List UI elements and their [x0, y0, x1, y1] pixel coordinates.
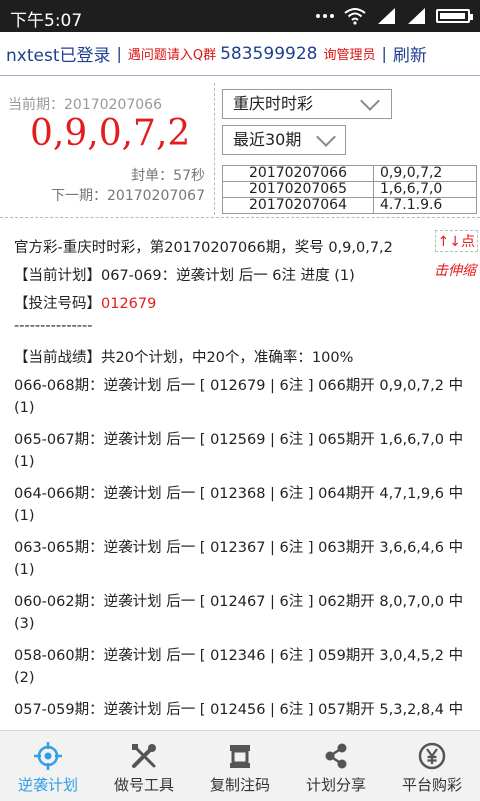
- tab-label: 计划分享: [305, 776, 366, 794]
- table-row: 20170207065 1,6,6,7,0: [222, 181, 477, 198]
- history-numbers: 1,6,6,7,0: [373, 181, 477, 198]
- yen-icon: [418, 742, 446, 770]
- record-summary: 【当前战绩】共20个计划，中20个，准确率：100%: [14, 350, 354, 366]
- tools-icon: [132, 744, 156, 768]
- current-issue-label: 当前期：20170207066: [8, 97, 162, 113]
- bottom-tab-bar: 逆袭计划 做号工具 复制注码 计划分享 平台购彩: [0, 730, 480, 801]
- current-numbers: 0,9,0,7,2: [30, 113, 191, 154]
- table-row: 20170207064 4.7.1.9.6: [222, 197, 477, 214]
- status-bar: 下午5:07: [0, 0, 480, 32]
- range-select[interactable]: 最近30期: [222, 125, 346, 155]
- history-issue: 20170207065: [222, 181, 374, 198]
- separator: |: [116, 44, 122, 63]
- battery-icon: [436, 9, 473, 23]
- history-issue: 20170207066: [222, 165, 374, 182]
- bet-numbers-row: 【投注号码】012679: [14, 292, 156, 313]
- copy-icon: [230, 745, 250, 768]
- expand-hint[interactable]: 击伸缩: [434, 260, 476, 280]
- chevron-down-icon: [360, 91, 380, 111]
- list-item-cont: (2): [14, 670, 35, 686]
- signal-icon: [378, 8, 395, 24]
- panel-divider: [214, 83, 215, 215]
- list-item-cont: (1): [14, 454, 35, 470]
- lottery-select-value: 重庆时时彩: [233, 94, 314, 113]
- tab-platform-purchase[interactable]: 平台购彩: [384, 731, 480, 801]
- draw-summary: 官方彩-重庆时时彩，第20170207066期，奖号 0,9,0,7,2: [14, 240, 393, 256]
- tab-reverse-plan[interactable]: 逆袭计划: [0, 731, 96, 801]
- refresh-link[interactable]: 刷新: [393, 41, 427, 66]
- list-item: 065-067期：逆袭计划 后一 [ 012569 | 6注 ] 065期开 1…: [14, 432, 464, 448]
- divider-text: ---------------: [14, 318, 93, 334]
- login-status: nxtest已登录: [6, 46, 111, 66]
- expand-toggle[interactable]: ↑↓点: [434, 230, 478, 252]
- plan-content[interactable]: ↑↓点 击伸缩 官方彩-重庆时时彩，第20170207066期，奖号 0,9,0…: [0, 218, 480, 730]
- separator: |: [381, 44, 387, 63]
- admin-text: 询管理员: [323, 48, 376, 63]
- history-table: 20170207066 0,9,0,7,2 20170207065 1,6,6,…: [222, 165, 477, 214]
- seal-countdown: 封单：57秒: [131, 168, 205, 184]
- share-icon: [325, 743, 347, 769]
- list-item: 060-062期：逆袭计划 后一 [ 012467 | 6注 ] 062期开 8…: [14, 594, 464, 610]
- list-item-cont: (3): [14, 616, 35, 632]
- draw-panel: 当前期：20170207066 0,9,0,7,2 封单：57秒 下一期：201…: [0, 77, 480, 218]
- tab-label: 复制注码: [209, 776, 270, 794]
- chevron-down-icon: [316, 127, 336, 147]
- tab-plan-share[interactable]: 计划分享: [288, 731, 384, 801]
- tab-copy-codes[interactable]: 复制注码: [192, 731, 288, 801]
- tab-label: 逆袭计划: [17, 776, 78, 794]
- status-time: 下午5:07: [10, 11, 83, 31]
- history-numbers: 0,9,0,7,2: [373, 165, 477, 182]
- qq-group-number: 583599928: [220, 43, 318, 64]
- history-numbers: 4.7.1.9.6: [373, 197, 477, 214]
- list-item: 066-068期：逆袭计划 后一 [ 012679 | 6注 ] 066期开 0…: [14, 378, 464, 394]
- bet-label: 【投注号码】: [14, 296, 101, 312]
- top-bar: nxtest已登录 | 遇问题请入Q群 583599928 询管理员 | 刷新: [0, 32, 480, 76]
- hint-text: 遇问题请入Q群: [127, 48, 217, 63]
- list-item: 063-065期：逆袭计划 后一 [ 012367 | 6注 ] 063期开 3…: [14, 540, 464, 556]
- table-row: 20170207066 0,9,0,7,2: [222, 165, 477, 182]
- range-select-value: 最近30期: [233, 130, 302, 149]
- list-item: 064-066期：逆袭计划 后一 [ 012368 | 6注 ] 064期开 4…: [14, 486, 464, 502]
- tab-label: 做号工具: [113, 776, 174, 794]
- list-item-cont: (1): [14, 400, 35, 416]
- bet-numbers: 012679: [101, 296, 157, 312]
- lottery-select[interactable]: 重庆时时彩: [222, 89, 392, 119]
- list-item: 058-060期：逆袭计划 后一 [ 012346 | 6注 ] 059期开 3…: [14, 648, 464, 664]
- next-issue: 下一期：20170207067: [51, 188, 205, 204]
- current-plan: 【当前计划】067-069：逆袭计划 后一 6注 进度 (1): [14, 268, 355, 284]
- list-item: 057-059期：逆袭计划 后一 [ 012456 | 6注 ] 057期开 5…: [14, 702, 464, 718]
- more-dots-icon: [316, 14, 334, 18]
- wifi-icon: [344, 8, 366, 25]
- tab-label: 平台购彩: [401, 776, 462, 794]
- signal-2-icon: [408, 8, 425, 24]
- list-item-cont: (1): [14, 508, 35, 524]
- crosshair-icon: [34, 742, 62, 770]
- history-issue: 20170207064: [222, 197, 374, 214]
- tab-number-tools[interactable]: 做号工具: [96, 731, 192, 801]
- list-item-cont: (1): [14, 562, 35, 578]
- status-icons: [316, 5, 473, 27]
